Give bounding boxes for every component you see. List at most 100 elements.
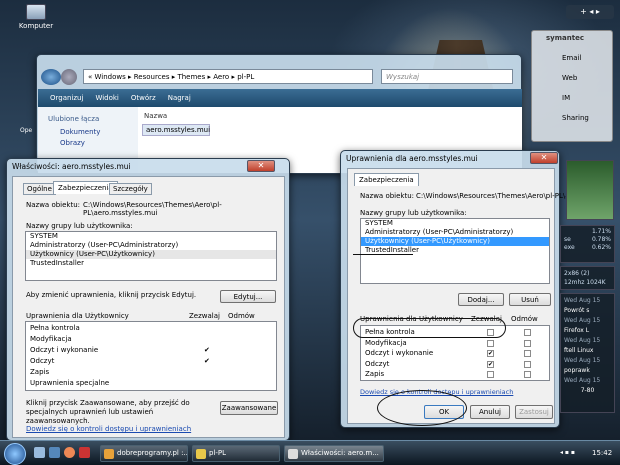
fav-item-documents[interactable]: Dokumenty xyxy=(38,123,138,136)
feed-headline[interactable]: Firefox L xyxy=(564,326,611,336)
breadcrumb-0[interactable]: « xyxy=(88,73,92,81)
net-line: 12mhz 1024K xyxy=(564,279,606,286)
app-icon[interactable] xyxy=(79,447,90,458)
deny-checkbox[interactable] xyxy=(524,339,531,347)
column-name[interactable]: Nazwa xyxy=(138,107,522,120)
allow-checkbox[interactable]: ✔ xyxy=(487,350,494,357)
perm-name: Uprawnienia specjalne xyxy=(30,379,110,387)
deny-checkbox[interactable] xyxy=(524,360,531,368)
remove-button[interactable]: Usuń xyxy=(509,293,551,306)
advanced-hint: Kliknij przycisk Zaawansowane, aby przej… xyxy=(26,399,190,425)
forward-button[interactable] xyxy=(61,69,77,85)
desktop-icon-computer[interactable]: Komputer xyxy=(16,4,56,30)
taskbar-label: pl-PL xyxy=(209,449,227,457)
allow-checkbox[interactable] xyxy=(487,371,494,378)
start-orb-icon[interactable] xyxy=(4,443,26,465)
cancel-button[interactable]: Anuluj xyxy=(470,405,510,419)
user-row[interactable]: Administratorzy (User-PC\Administratorzy… xyxy=(26,241,276,250)
feed-gadget[interactable]: Wed Aug 15 Powrót s Wed Aug 15 Firefox L… xyxy=(560,293,615,413)
user-row-selected[interactable]: Użytkownicy (User-PC\Użytkownicy) xyxy=(26,250,276,259)
search-input[interactable]: Wyszukaj xyxy=(381,69,513,84)
group-label: Nazwy grupy lub użytkownika: xyxy=(360,209,467,217)
feed-headline[interactable]: ftell Linux xyxy=(564,346,611,356)
deny-checkbox[interactable] xyxy=(524,329,531,336)
access-control-link[interactable]: Dowiedz się o kontroli dostępu i uprawni… xyxy=(26,425,191,433)
desktop-icon[interactable] xyxy=(34,447,45,458)
ink-circle-ok xyxy=(377,390,467,426)
cpu-value: 0.78% xyxy=(591,236,611,243)
clock[interactable]: 15:42 xyxy=(592,449,612,457)
organize-button[interactable]: Organizuj xyxy=(50,94,83,102)
perm-row: Odczyt ✔ xyxy=(26,357,276,368)
gadget-item-web[interactable]: Web xyxy=(532,62,612,82)
favorites-title: Ulubione łącza xyxy=(48,115,100,123)
tab-general[interactable]: Ogólne xyxy=(23,183,56,195)
gadget-item-email[interactable]: Email xyxy=(532,42,612,62)
object-name-value: C:\Windows\Resources\Themes\Aero\pl-PL\a… xyxy=(416,192,581,200)
change-hint: Aby zmienić uprawnienia, kliknij przycis… xyxy=(26,291,197,299)
perm-name: Modyfikacja xyxy=(30,335,72,343)
gadget-item-im[interactable]: IM xyxy=(532,82,612,102)
views-button[interactable]: Widoki xyxy=(95,94,118,102)
perm-row: Uprawnienia specjalne xyxy=(26,379,276,390)
taskbar-item-properties[interactable]: Właściwości: aero.m... xyxy=(284,445,384,462)
open-button[interactable]: Otwórz xyxy=(131,94,156,102)
perm-name: Pełna kontrola xyxy=(30,324,80,332)
feed-footer[interactable]: 7-80 xyxy=(564,386,611,396)
object-name-label: Nazwa obiektu: xyxy=(360,192,415,200)
allow-checkbox[interactable] xyxy=(487,339,494,347)
sidebar-controls[interactable]: + ◂ ▸ xyxy=(566,5,614,19)
edit-button[interactable]: Edytuj... xyxy=(220,290,276,303)
close-icon[interactable]: ✕ xyxy=(530,152,558,164)
properties-body: Ogólne Zabezpieczenia Szczegóły Nazwa ob… xyxy=(12,176,285,438)
breadcrumb-1[interactable]: Windows xyxy=(95,73,126,81)
feed-headline[interactable]: Powrót s xyxy=(564,306,611,316)
user-list[interactable]: SYSTEM Administratorzy (User-PC\Administ… xyxy=(25,231,277,281)
advanced-button[interactable]: Zaawansowane xyxy=(220,401,278,415)
user-row[interactable]: SYSTEM xyxy=(361,219,549,228)
firefox-icon[interactable] xyxy=(64,447,75,458)
perm-row: Pełna kontrola xyxy=(26,324,276,335)
cpu-value: 1.71% xyxy=(591,228,611,235)
gadget-item-sharing[interactable]: Sharing xyxy=(532,102,612,122)
permissions-dialog[interactable]: Uprawnienia dla aero.msstyles.mui ✕ Zabe… xyxy=(340,150,581,428)
slideshow-gadget[interactable] xyxy=(566,160,614,220)
user-row[interactable]: SYSTEM xyxy=(26,232,276,241)
tab-security[interactable]: Zabezpieczenia xyxy=(53,181,118,194)
file-item[interactable]: aero.msstyles.mui xyxy=(142,124,210,136)
apply-button[interactable]: Zastosuj xyxy=(515,405,553,419)
norton-gadget[interactable]: symantec Email Web IM Sharing xyxy=(531,30,613,142)
taskbar-item-browser[interactable]: dobreprogramy.pl :... xyxy=(100,445,188,462)
tab-security[interactable]: Zabezpieczenia xyxy=(354,173,419,186)
permissions-list: Pełna kontrola Modyfikacja Odczyt i wyko… xyxy=(25,321,277,391)
user-row[interactable]: Administratorzy (User-PC\Administratorzy… xyxy=(361,228,549,237)
breadcrumb-4[interactable]: Aero xyxy=(213,73,229,81)
allow-checkbox[interactable]: ✔ xyxy=(487,360,494,368)
feed-headline[interactable]: poprawk xyxy=(564,366,611,376)
fav-item-pictures[interactable]: Obrazy xyxy=(38,136,138,147)
add-button[interactable]: Dodaj... xyxy=(458,293,504,306)
address-bar[interactable]: « Windows ▸ Resources ▸ Themes ▸ Aero ▸ … xyxy=(83,69,373,84)
properties-window[interactable]: Właściwości: aero.msstyles.mui ✕ Ogólne … xyxy=(6,158,290,441)
tray-icons[interactable]: ◂ ▪ ▪ xyxy=(560,449,575,456)
feed-date: Wed Aug 15 xyxy=(564,377,601,384)
close-icon[interactable]: ✕ xyxy=(247,160,275,172)
back-button[interactable] xyxy=(41,69,61,85)
net-line: 2x86 (2) xyxy=(564,270,590,277)
burn-button[interactable]: Nagraj xyxy=(168,94,191,102)
breadcrumb-5[interactable]: pl-PL xyxy=(237,73,254,81)
taskbar-item-explorer[interactable]: pl-PL xyxy=(192,445,280,462)
switch-windows-icon[interactable] xyxy=(49,447,60,458)
deny-checkbox[interactable] xyxy=(524,350,531,357)
desktop-icon-label: Komputer xyxy=(18,22,54,30)
deny-checkbox[interactable] xyxy=(524,371,531,378)
permissions-dialog-body: Zabezpieczenia Nazwa obiektu: C:\Windows… xyxy=(347,168,581,424)
tab-details[interactable]: Szczegóły xyxy=(109,183,152,195)
perm-name: Odczyt xyxy=(365,359,390,368)
cpu-value: 0.62% xyxy=(591,244,611,251)
user-row[interactable]: TrustedInstaller xyxy=(26,259,276,268)
object-name-label: Nazwa obiektu: xyxy=(26,201,81,209)
breadcrumb-2[interactable]: Resources xyxy=(134,73,170,81)
cpu-label: exe xyxy=(564,244,575,251)
breadcrumb-3[interactable]: Themes xyxy=(177,73,205,81)
